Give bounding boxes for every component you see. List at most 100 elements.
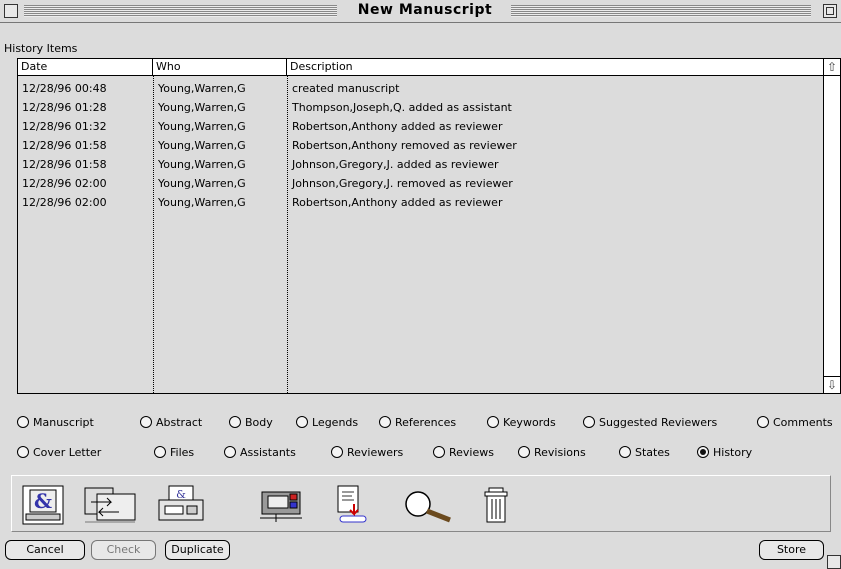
- radio-circle-icon: [619, 446, 631, 458]
- table-row[interactable]: 12/28/96 01:32 Young,Warren,G Robertson,An…: [18, 117, 823, 136]
- radio-label: Cover Letter: [33, 446, 102, 459]
- radio-references[interactable]: References: [379, 413, 456, 433]
- radio-abstract[interactable]: Abstract: [140, 413, 202, 433]
- table-row[interactable]: 12/28/96 02:00 Young,Warren,G Robertson,An…: [18, 193, 823, 212]
- description-cell: created manuscript: [292, 82, 400, 95]
- store-button[interactable]: Store: [759, 540, 824, 560]
- description-cell: Robertson,Anthony added as reviewer: [292, 196, 503, 209]
- table-row[interactable]: 12/28/96 01:58 Young,Warren,G Johnson,Greg…: [18, 155, 823, 174]
- radio-selected-icon: [697, 446, 709, 458]
- scroll-down-arrow-icon[interactable]: ⇩: [824, 376, 840, 393]
- check-button[interactable]: Check: [91, 540, 156, 560]
- radio-label: References: [395, 416, 457, 429]
- description-cell: Robertson,Anthony removed as reviewer: [292, 139, 517, 152]
- transfer-icon[interactable]: [79, 484, 139, 526]
- column-header-who[interactable]: Who: [153, 59, 287, 75]
- description-cell: Johnson,Gregory,J. added as reviewer: [292, 158, 499, 171]
- date-cell: 12/28/96 01:58: [22, 139, 107, 152]
- description-cell: Thompson,Joseph,Q. added as assistant: [292, 101, 512, 114]
- radio-label: Reviews: [449, 446, 494, 459]
- date-cell: 12/28/96 01:32: [22, 120, 107, 133]
- who-cell: Young,Warren,G: [158, 82, 246, 95]
- radio-label: Abstract: [156, 416, 203, 429]
- printer-icon[interactable]: &: [155, 484, 207, 526]
- svg-text:&: &: [176, 488, 186, 501]
- radio-body[interactable]: Body: [229, 413, 273, 433]
- column-header-date[interactable]: Date: [18, 59, 153, 75]
- radio-assistants[interactable]: Assistants: [224, 443, 296, 463]
- radio-cover-letter[interactable]: Cover Letter: [17, 443, 101, 463]
- radio-circle-icon: [17, 446, 29, 458]
- radio-circle-icon: [583, 416, 595, 428]
- fax-icon[interactable]: [256, 484, 306, 526]
- scroll-up-arrow-icon[interactable]: ⇧: [824, 59, 840, 76]
- who-cell: Young,Warren,G: [158, 158, 246, 171]
- table-row[interactable]: 12/28/96 01:58 Young,Warren,G Robertson,An…: [18, 136, 823, 155]
- radio-circle-icon: [487, 416, 499, 428]
- radio-label: Manuscript: [33, 416, 94, 429]
- close-box[interactable]: [4, 4, 18, 18]
- radio-suggested-reviewers[interactable]: Suggested Reviewers: [583, 413, 717, 433]
- radio-circle-icon: [229, 416, 241, 428]
- radio-label: Comments: [773, 416, 833, 429]
- history-table[interactable]: Date Who Description 12/28/96 00:48 Young…: [17, 58, 841, 394]
- history-items-label: History Items: [4, 42, 78, 55]
- trash-icon[interactable]: [474, 484, 518, 526]
- who-cell: Young,Warren,G: [158, 196, 246, 209]
- date-cell: 12/28/96 02:00: [22, 196, 107, 209]
- table-header: Date Who Description: [18, 59, 823, 76]
- radio-circle-icon: [518, 446, 530, 458]
- radio-label: Files: [170, 446, 195, 459]
- radio-circle-icon: [224, 446, 236, 458]
- export-document-icon[interactable]: [328, 484, 372, 526]
- radio-label: Suggested Reviewers: [599, 416, 718, 429]
- radio-files[interactable]: Files: [154, 443, 194, 463]
- resize-grow-box-icon[interactable]: [827, 555, 841, 569]
- who-cell: Young,Warren,G: [158, 139, 246, 152]
- radio-circle-icon: [331, 446, 343, 458]
- radio-circle-icon: [296, 416, 308, 428]
- radio-label: Assistants: [240, 446, 296, 459]
- radio-states[interactable]: States: [619, 443, 670, 463]
- table-row[interactable]: 12/28/96 02:00 Young,Warren,G Johnson,Greg…: [18, 174, 823, 193]
- column-header-description[interactable]: Description: [287, 59, 823, 75]
- radio-label: Body: [245, 416, 273, 429]
- magnifier-icon[interactable]: [396, 484, 458, 526]
- radio-keywords[interactable]: Keywords: [487, 413, 556, 433]
- date-cell: 12/28/96 01:58: [22, 158, 107, 171]
- cancel-button[interactable]: Cancel: [5, 540, 85, 560]
- radio-manuscript[interactable]: Manuscript: [17, 413, 94, 433]
- radio-circle-icon: [379, 416, 391, 428]
- description-cell: Johnson,Gregory,J. removed as reviewer: [292, 177, 513, 190]
- vertical-scrollbar[interactable]: ⇧ ⇩: [823, 59, 840, 393]
- radio-comments[interactable]: Comments: [757, 413, 833, 433]
- svg-text:&: &: [34, 489, 52, 513]
- table-row[interactable]: 12/28/96 00:48 Young,Warren,G created manu…: [18, 79, 823, 98]
- table-row[interactable]: 12/28/96 01:28 Young,Warren,G Thompson,Jos…: [18, 98, 823, 117]
- letter-icon[interactable]: &: [21, 484, 65, 526]
- radio-label: Reviewers: [347, 446, 404, 459]
- who-cell: Young,Warren,G: [158, 120, 246, 133]
- radio-label: Legends: [312, 416, 359, 429]
- title-stripes-left: [24, 5, 337, 17]
- radio-label: Revisions: [534, 446, 586, 459]
- title-bar[interactable]: New Manuscript: [0, 0, 841, 23]
- radio-history[interactable]: History: [697, 443, 752, 463]
- zoom-box[interactable]: [823, 4, 837, 18]
- date-cell: 12/28/96 00:48: [22, 82, 107, 95]
- radio-circle-icon: [154, 446, 166, 458]
- radio-label: States: [635, 446, 670, 459]
- radio-circle-icon: [433, 446, 445, 458]
- who-cell: Young,Warren,G: [158, 101, 246, 114]
- radio-reviewers[interactable]: Reviewers: [331, 443, 403, 463]
- radio-revisions[interactable]: Revisions: [518, 443, 586, 463]
- who-cell: Young,Warren,G: [158, 177, 246, 190]
- radio-label: Keywords: [503, 416, 556, 429]
- description-cell: Robertson,Anthony added as reviewer: [292, 120, 503, 133]
- radio-reviews[interactable]: Reviews: [433, 443, 494, 463]
- duplicate-button[interactable]: Duplicate: [165, 540, 230, 560]
- window-title: New Manuscript: [357, 2, 493, 18]
- radio-label: History: [713, 446, 753, 459]
- radio-legends[interactable]: Legends: [296, 413, 358, 433]
- date-cell: 12/28/96 02:00: [22, 177, 107, 190]
